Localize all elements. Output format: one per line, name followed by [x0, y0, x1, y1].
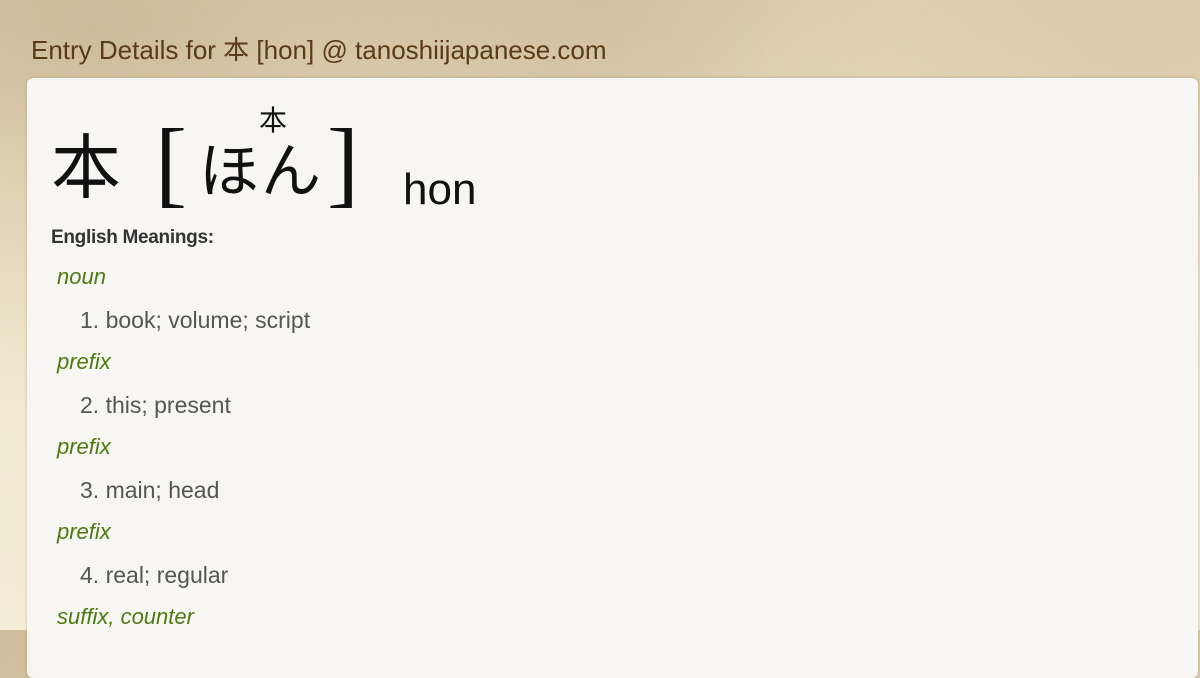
- english-meanings-label: English Meanings:: [51, 227, 214, 248]
- page-title: Entry Details for 本 [hon] @ tanoshiijapa…: [31, 35, 607, 65]
- sense-item: 1. book; volume; script: [80, 307, 311, 333]
- sense-item: 3. main; head: [80, 477, 220, 503]
- entry-romaji: hon: [403, 165, 477, 214]
- part-of-speech: noun: [57, 264, 106, 289]
- headword: 本 [ 本 ほん ] hon: [51, 106, 751, 217]
- sense-item: 4. real; regular: [80, 562, 229, 588]
- sense-item: 2. this; present: [80, 392, 231, 418]
- reading-bracket-open: [: [155, 109, 187, 216]
- part-of-speech: prefix: [57, 349, 111, 374]
- part-of-speech: prefix: [57, 434, 111, 459]
- entry-reading: ほん: [199, 137, 323, 207]
- part-of-speech: suffix, counter: [57, 604, 194, 629]
- entry-card: 本 [ 本 ほん ] hon English Meanings: noun 1.…: [27, 78, 1198, 678]
- part-of-speech: prefix: [57, 519, 111, 544]
- reading-bracket-close: ]: [327, 109, 359, 216]
- entry-kanji: 本: [51, 127, 121, 209]
